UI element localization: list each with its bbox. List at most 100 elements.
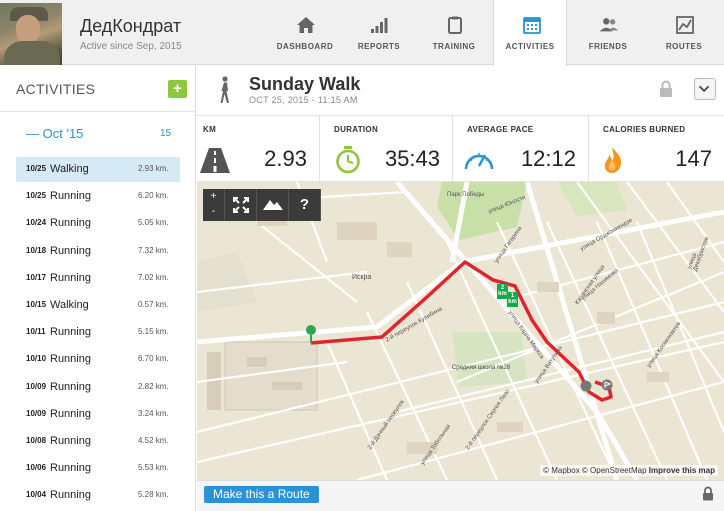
activity-item[interactable]: 10/24 Running 5.05 km.: [0, 211, 196, 238]
activity-date: 10/04: [26, 490, 47, 500]
stat-distance: KM 2.93: [197, 116, 320, 183]
activity-date: 10/08: [26, 435, 47, 445]
activity-type: Walking: [50, 163, 89, 175]
activity-date: 10/18: [26, 245, 47, 255]
osm-attribution-link[interactable]: © OpenStreetMap: [582, 466, 647, 475]
nav-label-activities: ACTIVITIES: [505, 42, 555, 51]
activity-date: 10/11: [26, 327, 46, 337]
calendar-icon: [523, 17, 541, 34]
activity-date: 10/25: [26, 191, 47, 201]
sidebar-title: ACTIVITIES: [16, 81, 96, 97]
road-icon: [200, 148, 230, 173]
activity-date: 10/10: [26, 354, 47, 364]
improve-map-link[interactable]: Improve this map: [649, 466, 715, 475]
activity-list: 10/25 Walking 2.93 km. 10/25 Running 6.20 km…: [0, 157, 196, 510]
avatar[interactable]: [0, 3, 62, 65]
activity-distance: 2.82 km.: [138, 381, 169, 391]
activity-distance: 5.05 km.: [138, 218, 169, 228]
activity-datetime: OCT 25, 2015 - 11:15 AM: [249, 95, 358, 105]
nav-training[interactable]: TRAINING: [417, 0, 491, 65]
make-route-button[interactable]: Make this a Route: [204, 486, 319, 503]
stat-value: 12:12: [520, 146, 576, 171]
map-label: Средняя школа №28: [451, 365, 511, 371]
activity-distance: 0.57 km.: [138, 299, 169, 309]
terrain-toggle-button[interactable]: [257, 189, 289, 221]
activity-item[interactable]: 10/06 Running 5.53 km.: [0, 456, 196, 483]
km-marker-label: 1 km: [508, 293, 517, 305]
nav-dashboard[interactable]: DASHBOARD: [268, 0, 342, 65]
activity-title[interactable]: Sunday Walk: [249, 74, 360, 95]
activity-item[interactable]: 10/08 Running 4.52 km.: [0, 429, 196, 456]
map-help-button[interactable]: ?: [289, 189, 321, 221]
activity-item[interactable]: 10/25 Walking 2.93 km.: [0, 157, 196, 184]
month-toggle[interactable]: — Oct '15: [26, 126, 83, 141]
stat-calories: CALORIES BURNED 147: [589, 116, 724, 183]
lock-icon[interactable]: [702, 486, 714, 501]
fullscreen-button[interactable]: [225, 189, 257, 221]
nav-label-friends: FRIENDS: [588, 42, 628, 51]
activity-distance: 5.15 km.: [138, 327, 169, 337]
activity-item[interactable]: 10/15 Walking 0.57 km.: [0, 293, 196, 320]
nav-label-training: TRAINING: [432, 42, 476, 51]
stat-label: KM: [203, 125, 217, 134]
activity-item[interactable]: 10/11 Running 5.15 km.: [0, 320, 196, 347]
map-label: Искра: [352, 274, 372, 281]
activity-item[interactable]: 10/09 Running 3.24 km.: [0, 402, 196, 429]
chevron-down-icon: [698, 85, 710, 93]
user-name[interactable]: ДедКондрат: [80, 16, 181, 37]
month-count: 15: [160, 128, 172, 139]
activity-date: 10/09: [26, 381, 47, 391]
nav-activities[interactable]: ACTIVITIES: [493, 0, 567, 66]
flame-icon: [604, 147, 622, 173]
activity-date: 10/25: [26, 164, 47, 173]
activity-distance: 5.53 km.: [138, 463, 169, 473]
activity-date: 10/17: [26, 272, 47, 282]
mountain-icon: [263, 200, 283, 210]
speedometer-icon: [464, 153, 494, 170]
nav-label-reports: REPORTS: [357, 42, 401, 51]
bottom-bar: Make this a Route: [197, 480, 724, 511]
mapbox-attribution-link[interactable]: © Mapbox: [543, 466, 580, 475]
map-attribution: © Mapbox © OpenStreetMap Improve this ma…: [540, 465, 718, 476]
month-label: Oct '15: [42, 126, 84, 141]
activity-date: 10/09: [26, 408, 47, 418]
activity-type: Running: [50, 434, 91, 447]
lock-icon[interactable]: [659, 80, 673, 98]
activity-item[interactable]: 10/09 Running 2.82 km.: [0, 375, 196, 402]
fullscreen-icon: [233, 197, 249, 213]
add-activity-button[interactable]: +: [168, 80, 187, 98]
options-dropdown-button[interactable]: [694, 78, 716, 100]
map-controls: + - ?: [203, 189, 321, 221]
activity-date: 10/06: [26, 463, 47, 473]
activity-item[interactable]: 10/10 Running 6.70 km.: [0, 347, 196, 374]
activity-distance: 3.24 km.: [138, 408, 169, 418]
route-map[interactable]: Парк Победы улица Юности Искра улица Орд…: [197, 182, 724, 480]
walking-person-icon: [220, 76, 229, 103]
stat-duration: DURATION 35:43: [320, 116, 453, 183]
activity-item[interactable]: 10/25 Running 6.20 km.: [0, 184, 196, 211]
stats-bar: KM 2.93 DURATION 35:43 AVERAGE PACE 12:1…: [197, 115, 724, 183]
nav-friends[interactable]: FRIENDS: [571, 0, 645, 65]
map-label: Парк Победы: [447, 192, 485, 198]
stat-label: AVERAGE PACE: [467, 125, 534, 134]
activity-item[interactable]: 10/18 Running 7.32 km.: [0, 239, 196, 266]
activity-type: Running: [50, 489, 91, 502]
nav-routes[interactable]: ROUTES: [647, 0, 721, 65]
activity-type: Running: [50, 244, 91, 257]
stopwatch-icon: [336, 146, 360, 174]
activity-distance: 4.52 km.: [138, 435, 169, 445]
activity-type: Running: [50, 380, 91, 393]
stat-value: 2.93: [264, 146, 307, 171]
activity-item[interactable]: 10/04 Running 5.28 km.: [0, 483, 196, 510]
zoom-out-button[interactable]: -: [203, 204, 224, 219]
activity-type: Running: [50, 462, 91, 475]
end-marker: [580, 380, 592, 392]
activity-distance: 2.93 km.: [138, 164, 169, 173]
stat-value: 147: [675, 146, 712, 171]
activity-type: Running: [50, 190, 91, 203]
activity-item[interactable]: 10/17 Running 7.02 km.: [0, 266, 196, 293]
stat-label: CALORIES BURNED: [603, 125, 686, 134]
zoom-in-button[interactable]: +: [203, 189, 224, 204]
activity-distance: 5.28 km.: [138, 490, 169, 500]
nav-reports[interactable]: REPORTS: [342, 0, 416, 65]
